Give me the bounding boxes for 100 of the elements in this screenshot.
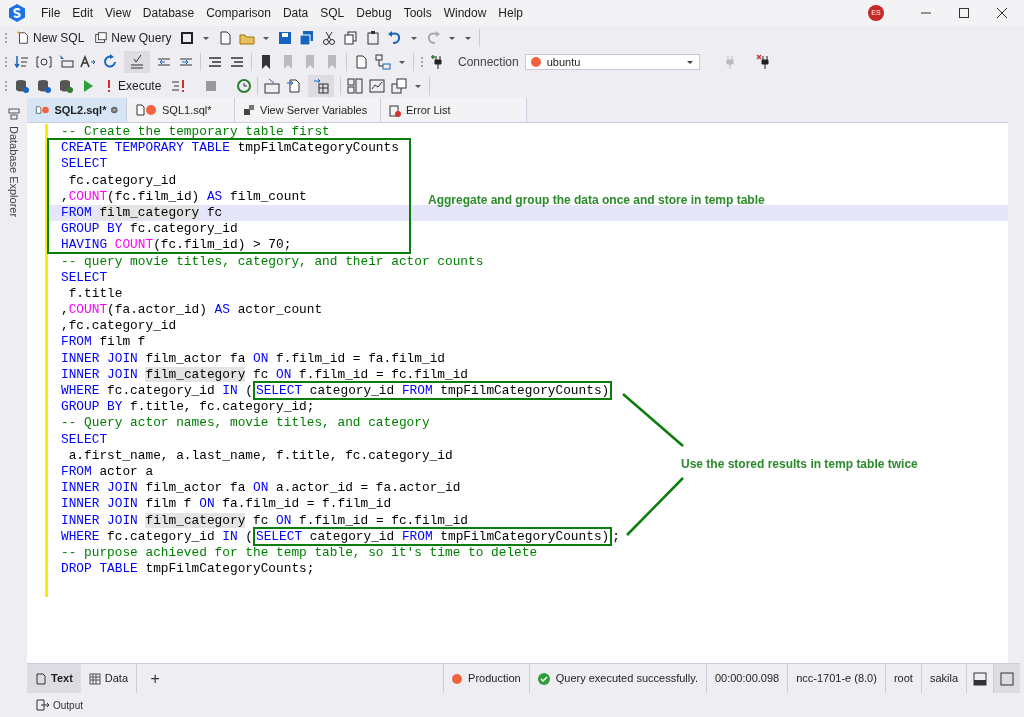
editor-tab[interactable]: Error List: [381, 98, 527, 122]
chart-icon[interactable]: [369, 78, 386, 94]
panel-maximize-icon[interactable]: [1000, 671, 1014, 686]
code-line: CREATE TEMPORARY TABLE tmpFilmCategoryCounts: [61, 140, 399, 156]
toolbar-grip-icon[interactable]: [4, 79, 8, 93]
new-query-button[interactable]: New Query: [92, 28, 174, 48]
code-line: GROUP BY f.title, fc.category_id;: [61, 399, 315, 415]
annotation-text: Aggregate and group the data once and store in temp table: [428, 192, 765, 209]
execute-button[interactable]: Execute: [102, 76, 166, 96]
paste-icon[interactable]: [365, 30, 382, 46]
output-tab[interactable]: Output: [36, 697, 84, 713]
code-line: GROUP BY fc.category_id: [61, 221, 238, 237]
connection-dot-icon: [530, 57, 541, 67]
success-check-icon: [537, 672, 550, 685]
new-window-icon[interactable]: [179, 30, 196, 46]
code-comment: -- Query actor names, movie titles, and category: [61, 415, 430, 431]
code-line: FROM film_category fc: [61, 204, 223, 220]
result-view-tab[interactable]: Text: [27, 664, 81, 693]
parameter-icon[interactable]: [36, 54, 52, 70]
close-tab-icon[interactable]: [111, 105, 118, 115]
database-edit-icon[interactable]: [14, 78, 30, 94]
editor-tab[interactable]: SQL1.sql*: [127, 98, 235, 122]
code-line: a.first_name, a.last_name, f.title, fc.category_id: [67, 447, 453, 463]
panel-bottom-icon[interactable]: [973, 671, 987, 686]
code-punctuation: ;: [612, 528, 620, 544]
server-name: ncc-1701-e (8.0): [796, 671, 877, 687]
save-all-icon[interactable]: [299, 30, 316, 46]
diagram-icon[interactable]: [375, 54, 391, 70]
code-line: ,COUNT(fc.film_id) AS film_count: [61, 188, 307, 204]
output-icon: [36, 699, 50, 711]
new-sql-button[interactable]: New SQL: [14, 28, 87, 48]
menu-item[interactable]: Data: [276, 4, 315, 22]
database-name: sakila: [929, 671, 958, 687]
menu-item[interactable]: SQL: [314, 4, 351, 22]
app-logo-icon: [8, 4, 26, 22]
code-comment: -- Create the temporary table first: [61, 124, 330, 139]
layout-icon[interactable]: [347, 78, 364, 94]
code-line: WHERE fc.category_id IN (: [61, 383, 253, 398]
code-line: ,fc.category_id: [61, 318, 177, 334]
database-refresh-icon[interactable]: [36, 78, 52, 94]
history-icon[interactable]: [235, 78, 252, 94]
database-explorer-tab[interactable]: Database Explorer: [6, 126, 21, 218]
grid-icon: [88, 672, 101, 685]
server-variables-icon: [243, 104, 255, 116]
import-icon[interactable]: [286, 78, 303, 94]
code-line: INNER JOIN film_actor fa ON f.film_id = fa.film_id: [61, 350, 445, 366]
refresh-icon[interactable]: [102, 54, 118, 70]
toolbar-grip-icon[interactable]: [4, 31, 8, 45]
code-line: ,COUNT(fa.actor_id) AS actor_count: [61, 302, 323, 318]
new-file-icon[interactable]: [217, 30, 234, 46]
toolbar-grip-icon[interactable]: [4, 55, 8, 69]
menu-item[interactable]: View: [99, 4, 137, 22]
code-line: FROM actor a: [61, 463, 154, 479]
menu-item[interactable]: Window: [437, 4, 493, 22]
new-document-icon: [16, 31, 30, 45]
help-format-icon[interactable]: [229, 54, 245, 70]
copy-icon[interactable]: [343, 30, 360, 46]
menu-item[interactable]: Comparison: [200, 4, 277, 22]
code-line: HAVING COUNT(fc.film_id) > 70;: [61, 237, 292, 253]
code-line: SELECT: [61, 269, 108, 285]
report-icon[interactable]: [391, 78, 408, 94]
cursor-field-icon[interactable]: [58, 54, 74, 70]
exclamation-icon: [106, 79, 112, 93]
menu-item[interactable]: Edit: [66, 4, 100, 22]
leader-line: [622, 393, 684, 447]
cut-icon[interactable]: [321, 30, 338, 46]
profile-icon[interactable]: [264, 78, 281, 94]
execution-time: 00:00:00.098: [714, 671, 780, 687]
menu-item[interactable]: Database: [136, 4, 201, 22]
editor-tab[interactable]: View Server Variables: [235, 98, 381, 122]
caret-icon: [685, 58, 694, 66]
code-line: fc.category_id: [67, 172, 177, 188]
menu-item[interactable]: Debug: [350, 4, 398, 22]
code-line: DROP TABLE tmpFilmCategoryCounts;: [61, 561, 315, 577]
grid-export-icon[interactable]: [308, 75, 335, 97]
format-icon[interactable]: [207, 54, 223, 70]
sql-check-icon[interactable]: [124, 51, 150, 73]
result-view-tab[interactable]: Data: [80, 664, 138, 693]
query-icon: [94, 31, 109, 45]
menu-item[interactable]: Help: [492, 4, 530, 22]
environment-status: Production: [452, 670, 521, 687]
connection-dropdown[interactable]: ubuntu: [524, 54, 700, 70]
save-icon[interactable]: [277, 30, 294, 46]
sql-document-icon: [35, 104, 50, 116]
sql-document-icon: [135, 104, 157, 116]
execution-status: Query executed successfully.: [537, 670, 698, 687]
document-icon[interactable]: [353, 54, 369, 70]
code-line: INNER JOIN film_category fc ON f.film_id = fc.film_id: [61, 512, 469, 528]
menu-item[interactable]: File: [35, 4, 67, 22]
database-explorer-icon[interactable]: [7, 108, 20, 120]
editor-tab[interactable]: SQL2.sql*: [27, 98, 127, 122]
toolbar-grip-icon[interactable]: [420, 55, 424, 69]
disconnect-all-icon[interactable]: [755, 54, 772, 70]
user-name: root: [893, 671, 913, 687]
add-tab-button[interactable]: +: [145, 666, 166, 691]
font-case-icon[interactable]: [80, 54, 96, 70]
error-list-icon: [389, 103, 401, 117]
menu-item[interactable]: Tools: [397, 4, 438, 22]
sort-icon[interactable]: [14, 54, 30, 70]
database-check-icon[interactable]: [58, 78, 74, 94]
